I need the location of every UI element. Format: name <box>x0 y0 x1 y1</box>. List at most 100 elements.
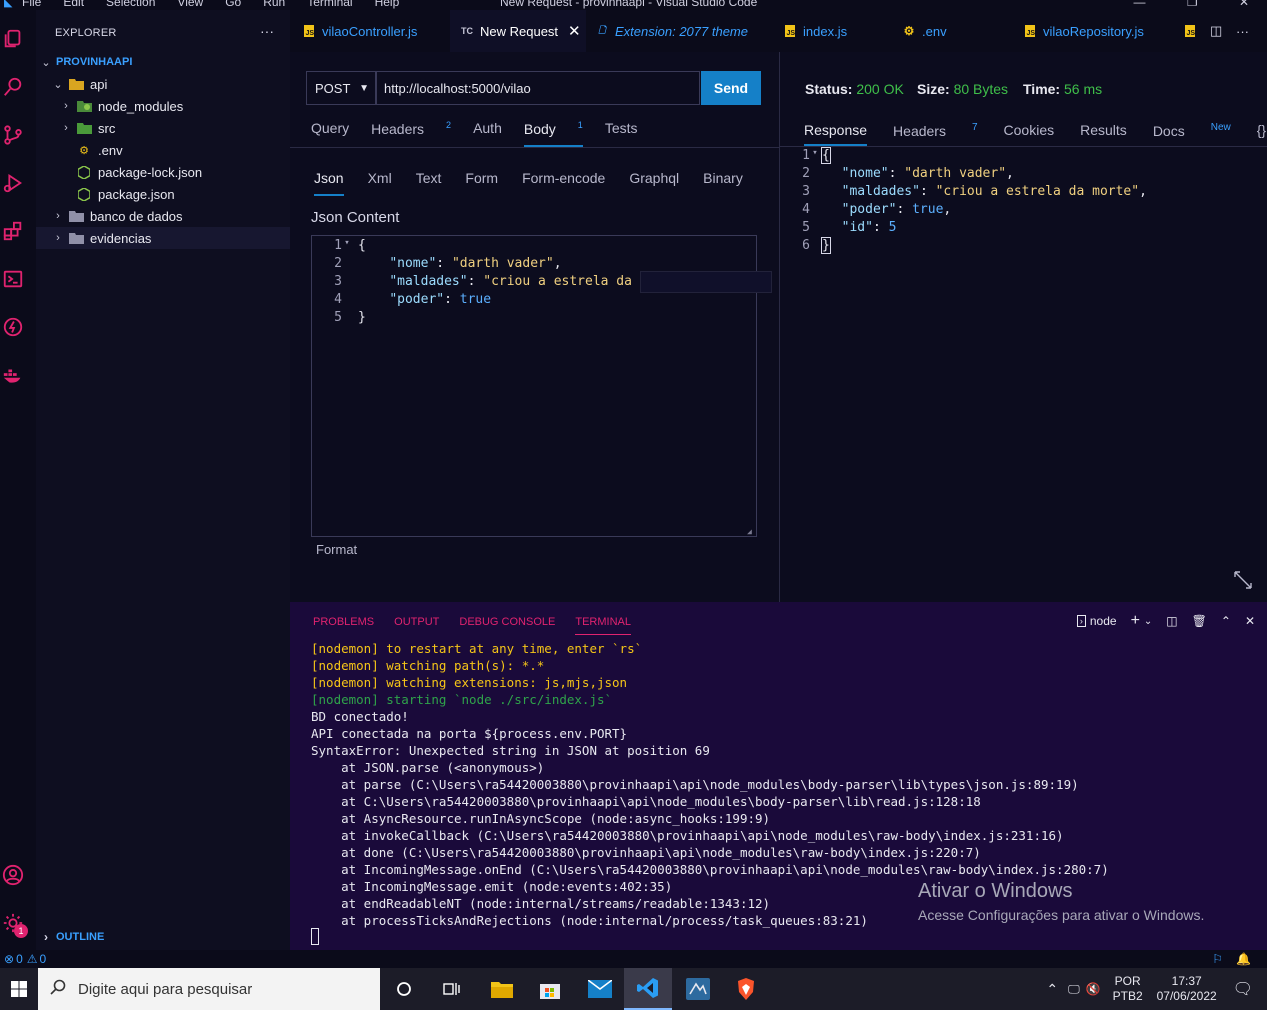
body-tab-form-encode[interactable]: Form-encode <box>522 170 605 196</box>
split-terminal-icon[interactable]: ◫ <box>1166 614 1177 628</box>
resize-handle-icon[interactable]: ◢ <box>747 527 755 536</box>
tree-item-node-modules[interactable]: › node_modules <box>36 95 290 117</box>
close-tab-icon[interactable]: ✕ <box>568 22 581 40</box>
terminal-line: BD conectado! <box>311 709 409 724</box>
tree-item-api[interactable]: ⌄ api <box>36 73 290 95</box>
braces-icon[interactable]: {} <box>1257 122 1266 146</box>
body-tab-binary[interactable]: Binary <box>703 170 743 196</box>
accounts-icon[interactable] <box>2 864 24 886</box>
menu-terminal[interactable]: Terminal <box>307 0 352 9</box>
volume-muted-icon[interactable]: 🔇 <box>1086 982 1101 996</box>
extensions-icon[interactable] <box>2 220 24 242</box>
body-tab-graphql[interactable]: Graphql <box>629 170 679 196</box>
tab-query[interactable]: Query <box>311 120 349 147</box>
settings-gear-icon[interactable]: 1 <box>2 912 28 938</box>
vscode-taskbar-icon[interactable] <box>624 968 672 1010</box>
tab-debug-console[interactable]: DEBUG CONSOLE <box>459 616 555 635</box>
menu-help[interactable]: Help <box>375 0 400 9</box>
close-window-icon[interactable]: ✕ <box>1239 0 1249 9</box>
thunder-client-icon[interactable] <box>2 316 24 338</box>
feedback-icon[interactable]: ⚐ <box>1212 952 1223 966</box>
tree-item-src[interactable]: › src <box>36 117 290 139</box>
body-tab-xml[interactable]: Xml <box>368 170 392 196</box>
send-button[interactable]: Send <box>701 71 761 105</box>
search-icon[interactable] <box>2 76 24 98</box>
menu-view[interactable]: View <box>177 0 203 9</box>
docker-icon[interactable] <box>2 364 24 386</box>
tab-docs[interactable]: Docs New <box>1153 122 1231 146</box>
tab-body[interactable]: Body 1 <box>523 120 583 147</box>
body-tab-form[interactable]: Form <box>465 170 498 196</box>
chevron-down-icon[interactable]: ⌄ <box>1144 616 1152 627</box>
tree-item-package-lock[interactable]: package-lock.json <box>36 161 290 183</box>
remote-explorer-icon[interactable] <box>2 268 24 290</box>
body-tab-text[interactable]: Text <box>416 170 442 196</box>
menu-selection[interactable]: Selection <box>106 0 155 9</box>
tab-extension-theme[interactable]: 🗋 Extension: 2077 theme <box>595 10 770 52</box>
project-root[interactable]: ⌄ PROVINHAAPI <box>36 51 290 73</box>
microsoft-store-icon[interactable] <box>526 968 574 1010</box>
clock[interactable]: 17:37 07/06/2022 <box>1157 974 1217 1004</box>
windows-start-icon[interactable] <box>0 968 38 1010</box>
menu-go[interactable]: Go <box>225 0 241 9</box>
restore-icon[interactable]: ❐ <box>1187 0 1198 9</box>
file-explorer-icon[interactable] <box>478 968 526 1010</box>
chevron-up-icon[interactable]: ⌃ <box>1046 981 1058 998</box>
tab-results[interactable]: Results <box>1080 122 1127 146</box>
tab-overflow[interactable]: JS <box>1183 10 1203 52</box>
url-input[interactable]: http://localhost:5000/vilao <box>376 71 700 105</box>
network-icon[interactable]: 🖵 <box>1068 982 1080 997</box>
tab-terminal[interactable]: TERMINAL <box>575 616 631 635</box>
tab-new-request[interactable]: TC New Request ✕ <box>450 10 586 52</box>
tab-vilaocontroller[interactable]: JS vilaoController.js <box>302 10 450 52</box>
tab-tests[interactable]: Tests <box>605 120 638 147</box>
tab-cookies[interactable]: Cookies <box>1004 122 1055 146</box>
tree-item-package-json[interactable]: package.json <box>36 183 290 205</box>
brave-browser-icon[interactable] <box>722 968 770 1010</box>
terminal-line: SyntaxError: Unexpected string in JSON a… <box>311 743 710 758</box>
source-control-icon[interactable] <box>2 124 24 146</box>
method-select[interactable]: POST ▼ <box>306 71 376 105</box>
menu-run[interactable]: Run <box>263 0 285 9</box>
new-terminal-icon[interactable]: + <box>1131 612 1140 630</box>
body-count: 1 <box>577 120 583 130</box>
app-taskbar-icon[interactable] <box>674 968 722 1010</box>
tab-vilaorepository[interactable]: JS vilaoRepository.js <box>1023 10 1173 52</box>
split-editor-icon[interactable]: ◫ <box>1210 10 1230 52</box>
outline-section[interactable]: › OUTLINE <box>36 926 290 948</box>
tab-auth[interactable]: Auth <box>473 120 502 147</box>
tree-item-banco-de-dados[interactable]: › banco de dados <box>36 205 290 227</box>
tree-item-env[interactable]: ⚙ .env <box>36 139 290 161</box>
tab-response-headers[interactable]: Headers 7 <box>893 122 977 146</box>
body-tab-json[interactable]: Json <box>314 170 344 196</box>
cortana-icon[interactable] <box>380 968 428 1010</box>
task-view-icon[interactable] <box>428 968 476 1010</box>
maximize-panel-icon[interactable]: ⌃ <box>1221 614 1231 628</box>
language-indicator[interactable]: POR PTB2 <box>1113 974 1143 1004</box>
menu-file[interactable]: File <box>22 0 41 9</box>
fold-icon[interactable]: ▾ <box>342 238 352 256</box>
tab-problems[interactable]: PROBLEMS <box>313 616 374 635</box>
format-button[interactable]: Format <box>316 542 357 557</box>
explorer-icon[interactable] <box>2 28 24 50</box>
run-debug-icon[interactable] <box>2 172 24 194</box>
problems-indicator[interactable]: ⊗ 0 ⚠ 0 <box>4 952 46 966</box>
tab-index-js[interactable]: JS index.js <box>783 10 893 52</box>
more-actions-icon[interactable]: ··· <box>260 23 274 39</box>
menu-edit[interactable]: Edit <box>63 0 84 9</box>
tree-item-evidencias[interactable]: › evidencias <box>36 227 290 249</box>
notifications-bell-icon[interactable]: 🔔 <box>1236 952 1251 966</box>
taskbar-search-box[interactable]: Digite aqui para pesquisar <box>38 968 380 1010</box>
minimize-icon[interactable]: — <box>1133 0 1145 9</box>
expand-icon[interactable] <box>1233 570 1253 590</box>
trash-icon[interactable]: 🗑 <box>1192 614 1207 628</box>
tab-headers[interactable]: Headers 2 <box>371 120 451 147</box>
tab-response[interactable]: Response <box>804 122 868 146</box>
more-actions-icon[interactable]: ··· <box>1236 10 1256 52</box>
tab-env[interactable]: ⚙ .env <box>902 10 1012 52</box>
tab-output[interactable]: OUTPUT <box>394 616 439 635</box>
notifications-icon[interactable]: 🗨 <box>1233 979 1253 999</box>
close-panel-icon[interactable]: ✕ <box>1245 614 1255 628</box>
shell-name[interactable]: node <box>1090 614 1117 628</box>
mail-icon[interactable] <box>576 968 624 1010</box>
